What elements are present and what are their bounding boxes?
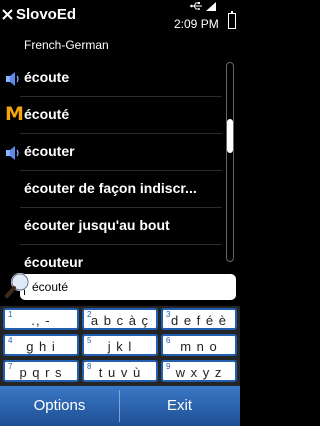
list-item[interactable]: M écouté xyxy=(0,97,222,134)
key-8[interactable]: 8 t u v ù xyxy=(82,360,158,382)
battery-icon xyxy=(228,11,236,29)
usb-icon xyxy=(190,2,202,10)
keypad: 1 ., - 2 a b c à ç 3 d e f é è 4 g h i 5… xyxy=(0,306,240,386)
status-bar: SlovoEd 2:09 PM xyxy=(0,0,240,34)
list-item-label: écoute xyxy=(24,69,70,85)
signal-icon xyxy=(206,2,216,11)
key-7[interactable]: 7 p q r s xyxy=(3,360,79,382)
key-label: a b c à ç xyxy=(90,313,150,328)
key-2[interactable]: 2 a b c à ç xyxy=(82,308,158,330)
speaker-icon[interactable] xyxy=(5,146,23,160)
key-6[interactable]: 6 m n o xyxy=(161,334,237,356)
list-item[interactable]: écouter jusqu'au bout xyxy=(0,208,222,245)
search-icon[interactable] xyxy=(4,271,32,299)
key-label: ., - xyxy=(31,313,51,328)
key-4[interactable]: 4 g h i xyxy=(3,334,79,356)
speaker-icon[interactable] xyxy=(5,72,23,86)
search-input[interactable]: écouté xyxy=(20,274,236,300)
key-5[interactable]: 5 j k l xyxy=(82,334,158,356)
list-item[interactable]: écouter xyxy=(0,134,222,171)
options-button[interactable]: Options xyxy=(0,386,119,426)
close-icon[interactable] xyxy=(2,9,13,20)
scroll-thumb[interactable] xyxy=(227,119,233,153)
softkey-bar: Options Exit xyxy=(0,386,240,426)
list-item-label: écouteur xyxy=(24,254,84,270)
scrollbar[interactable] xyxy=(226,62,234,262)
key-label: p q r s xyxy=(19,365,63,380)
key-label: d e f é è xyxy=(171,313,227,328)
key-label: m n o xyxy=(180,339,218,354)
key-label: w x y z xyxy=(175,365,223,380)
key-label: t u v ù xyxy=(98,365,142,380)
clock: 2:09 PM xyxy=(174,17,219,31)
key-label: g h i xyxy=(26,339,56,354)
list-item-label: écouter jusqu'au bout xyxy=(24,217,170,233)
list-item-label: écouté xyxy=(24,106,70,122)
app-title: SlovoEd xyxy=(16,6,77,23)
language-pair-label: French-German xyxy=(24,38,109,52)
list-item-label: écouter xyxy=(24,143,75,159)
list-item[interactable]: écoute xyxy=(0,60,222,97)
key-label: j k l xyxy=(107,339,133,354)
key-9[interactable]: 9 w x y z xyxy=(161,360,237,382)
list-item[interactable]: écouter de façon indiscr... xyxy=(0,171,222,208)
exit-button[interactable]: Exit xyxy=(120,386,239,426)
key-1[interactable]: 1 ., - xyxy=(3,308,79,330)
m-icon: M xyxy=(5,103,24,125)
list-item-label: écouter de façon indiscr... xyxy=(24,180,197,196)
key-3[interactable]: 3 d e f é è xyxy=(161,308,237,330)
